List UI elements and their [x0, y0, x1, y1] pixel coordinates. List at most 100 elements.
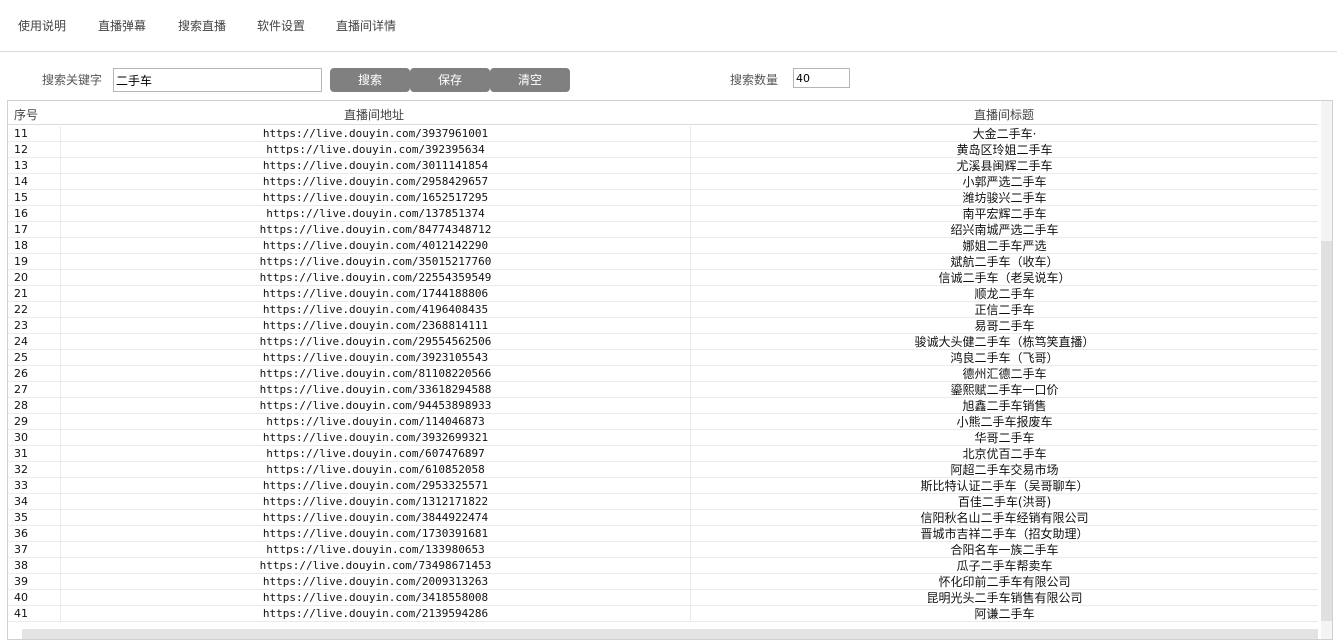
- row-title[interactable]: 娜姐二手车严选: [690, 238, 1318, 254]
- row-url[interactable]: https://live.douyin.com/3932699321: [60, 430, 690, 446]
- row-url[interactable]: https://live.douyin.com/29554562506: [60, 334, 690, 350]
- row-title[interactable]: 晋城市吉祥二手车（招女助理）: [690, 526, 1318, 542]
- table-row[interactable]: 18 https://live.douyin.com/4012142290 娜姐二手…: [8, 238, 1318, 254]
- row-url[interactable]: https://live.douyin.com/114046873: [60, 414, 690, 430]
- table-row[interactable]: 16 https://live.douyin.com/137851374 南平宏辉二…: [8, 206, 1318, 222]
- row-title[interactable]: 华哥二手车: [690, 430, 1318, 446]
- row-title[interactable]: 黄岛区玲姐二手车: [690, 142, 1318, 158]
- clear-button[interactable]: 清空: [490, 68, 570, 92]
- menu-live-danmaku[interactable]: 直播弹幕: [98, 17, 146, 34]
- row-title[interactable]: 绍兴南城严选二手车: [690, 222, 1318, 238]
- row-title[interactable]: 顺龙二手车: [690, 286, 1318, 302]
- row-url[interactable]: https://live.douyin.com/610852058: [60, 462, 690, 478]
- menu-software-settings[interactable]: 软件设置: [257, 17, 305, 34]
- keyword-input[interactable]: [113, 68, 322, 92]
- table-row[interactable]: 13 https://live.douyin.com/3011141854 尤溪县闽…: [8, 158, 1318, 174]
- row-title[interactable]: 易哥二手车: [690, 318, 1318, 334]
- row-url[interactable]: https://live.douyin.com/392395634: [60, 142, 690, 158]
- table-row[interactable]: 41 https://live.douyin.com/2139594286 阿谦二手…: [8, 606, 1318, 622]
- row-url[interactable]: https://live.douyin.com/2139594286: [60, 606, 690, 622]
- row-url[interactable]: https://live.douyin.com/22554359549: [60, 270, 690, 286]
- table-row[interactable]: 21 https://live.douyin.com/1744188806 顺龙二手…: [8, 286, 1318, 302]
- row-title[interactable]: 瓜子二手车帮卖车: [690, 558, 1318, 574]
- row-title[interactable]: 尤溪县闽辉二手车: [690, 158, 1318, 174]
- row-title[interactable]: 怀化印前二手车有限公司: [690, 574, 1318, 590]
- row-url[interactable]: https://live.douyin.com/1744188806: [60, 286, 690, 302]
- row-url[interactable]: https://live.douyin.com/1652517295: [60, 190, 690, 206]
- row-url[interactable]: https://live.douyin.com/81108220566: [60, 366, 690, 382]
- row-url[interactable]: https://live.douyin.com/35015217760: [60, 254, 690, 270]
- row-url[interactable]: https://live.douyin.com/84774348712: [60, 222, 690, 238]
- table-row[interactable]: 17 https://live.douyin.com/84774348712 绍兴南…: [8, 222, 1318, 238]
- save-button[interactable]: 保存: [410, 68, 490, 92]
- row-url[interactable]: https://live.douyin.com/133980653: [60, 542, 690, 558]
- vertical-scroll-thumb[interactable]: [1321, 241, 1332, 621]
- row-title[interactable]: 旭鑫二手车销售: [690, 398, 1318, 414]
- table-row[interactable]: 40 https://live.douyin.com/3418558008 昆明光头…: [8, 590, 1318, 606]
- row-title[interactable]: 斌航二手车（收车）: [690, 254, 1318, 270]
- table-row[interactable]: 30 https://live.douyin.com/3932699321 华哥二手…: [8, 430, 1318, 446]
- row-url[interactable]: https://live.douyin.com/4012142290: [60, 238, 690, 254]
- table-row[interactable]: 15 https://live.douyin.com/1652517295 潍坊骏兴…: [8, 190, 1318, 206]
- row-url[interactable]: https://live.douyin.com/2953325571: [60, 478, 690, 494]
- table-row[interactable]: 11 https://live.douyin.com/3937961001 大金二手…: [8, 126, 1318, 142]
- row-title[interactable]: 骏诚大头健二手车（栋笃笑直播）: [690, 334, 1318, 350]
- row-title[interactable]: 信诚二手车（老吴说车）: [690, 270, 1318, 286]
- row-title[interactable]: 鸿良二手车（飞哥）: [690, 350, 1318, 366]
- table-row[interactable]: 35 https://live.douyin.com/3844922474 信阳秋名…: [8, 510, 1318, 526]
- row-title[interactable]: 小郭严选二手车: [690, 174, 1318, 190]
- header-index[interactable]: 序号: [14, 106, 38, 123]
- table-row[interactable]: 14 https://live.douyin.com/2958429657 小郭严选…: [8, 174, 1318, 190]
- search-button[interactable]: 搜索: [330, 68, 410, 92]
- header-url[interactable]: 直播间地址: [344, 106, 404, 123]
- table-row[interactable]: 28 https://live.douyin.com/94453898933 旭鑫二…: [8, 398, 1318, 414]
- row-url[interactable]: https://live.douyin.com/3844922474: [60, 510, 690, 526]
- row-title[interactable]: 北京优百二手车: [690, 446, 1318, 462]
- table-row[interactable]: 20 https://live.douyin.com/22554359549 信诚二…: [8, 270, 1318, 286]
- row-url[interactable]: https://live.douyin.com/137851374: [60, 206, 690, 222]
- table-row[interactable]: 25 https://live.douyin.com/3923105543 鸿良二手…: [8, 350, 1318, 366]
- table-row[interactable]: 36 https://live.douyin.com/1730391681 晋城市吉…: [8, 526, 1318, 542]
- row-title[interactable]: 昆明光头二手车销售有限公司: [690, 590, 1318, 606]
- table-row[interactable]: 39 https://live.douyin.com/2009313263 怀化印前…: [8, 574, 1318, 590]
- table-row[interactable]: 37 https://live.douyin.com/133980653 合阳名车一…: [8, 542, 1318, 558]
- row-url[interactable]: https://live.douyin.com/3011141854: [60, 158, 690, 174]
- row-title[interactable]: 潍坊骏兴二手车: [690, 190, 1318, 206]
- menu-usage-guide[interactable]: 使用说明: [18, 17, 66, 34]
- row-title[interactable]: 鎏熙赋二手车一口价: [690, 382, 1318, 398]
- row-title[interactable]: 正信二手车: [690, 302, 1318, 318]
- table-row[interactable]: 33 https://live.douyin.com/2953325571 斯比特认…: [8, 478, 1318, 494]
- count-input[interactable]: [793, 68, 850, 88]
- horizontal-scrollbar[interactable]: [22, 629, 1318, 639]
- row-url[interactable]: https://live.douyin.com/2368814111: [60, 318, 690, 334]
- row-url[interactable]: https://live.douyin.com/1312171822: [60, 494, 690, 510]
- row-url[interactable]: https://live.douyin.com/94453898933: [60, 398, 690, 414]
- table-row[interactable]: 27 https://live.douyin.com/33618294588 鎏熙赋…: [8, 382, 1318, 398]
- row-url[interactable]: https://live.douyin.com/3937961001: [60, 126, 690, 142]
- menu-room-details[interactable]: 直播间详情: [336, 17, 396, 34]
- table-row[interactable]: 31 https://live.douyin.com/607476897 北京优百二…: [8, 446, 1318, 462]
- row-url[interactable]: https://live.douyin.com/4196408435: [60, 302, 690, 318]
- table-row[interactable]: 12 https://live.douyin.com/392395634 黄岛区玲姐…: [8, 142, 1318, 158]
- row-title[interactable]: 南平宏辉二手车: [690, 206, 1318, 222]
- row-title[interactable]: 阿谦二手车: [690, 606, 1318, 622]
- vertical-scrollbar[interactable]: [1321, 101, 1332, 639]
- row-title[interactable]: 斯比特认证二手车（吴哥聊车）: [690, 478, 1318, 494]
- table-row[interactable]: 29 https://live.douyin.com/114046873 小熊二手车…: [8, 414, 1318, 430]
- row-url[interactable]: https://live.douyin.com/73498671453: [60, 558, 690, 574]
- table-row[interactable]: 19 https://live.douyin.com/35015217760 斌航二…: [8, 254, 1318, 270]
- header-title[interactable]: 直播间标题: [974, 106, 1034, 123]
- table-row[interactable]: 32 https://live.douyin.com/610852058 阿超二手车…: [8, 462, 1318, 478]
- table-row[interactable]: 34 https://live.douyin.com/1312171822 百佳二手…: [8, 494, 1318, 510]
- row-url[interactable]: https://live.douyin.com/2958429657: [60, 174, 690, 190]
- row-url[interactable]: https://live.douyin.com/607476897: [60, 446, 690, 462]
- row-title[interactable]: 合阳名车一族二手车: [690, 542, 1318, 558]
- row-title[interactable]: 阿超二手车交易市场: [690, 462, 1318, 478]
- table-row[interactable]: 38 https://live.douyin.com/73498671453 瓜子二…: [8, 558, 1318, 574]
- row-title[interactable]: 小熊二手车报废车: [690, 414, 1318, 430]
- table-row[interactable]: 24 https://live.douyin.com/29554562506 骏诚大…: [8, 334, 1318, 350]
- row-url[interactable]: https://live.douyin.com/3923105543: [60, 350, 690, 366]
- row-title[interactable]: 百佳二手车(洪哥): [690, 494, 1318, 510]
- table-row[interactable]: 22 https://live.douyin.com/4196408435 正信二手…: [8, 302, 1318, 318]
- table-row[interactable]: 26 https://live.douyin.com/81108220566 德州汇…: [8, 366, 1318, 382]
